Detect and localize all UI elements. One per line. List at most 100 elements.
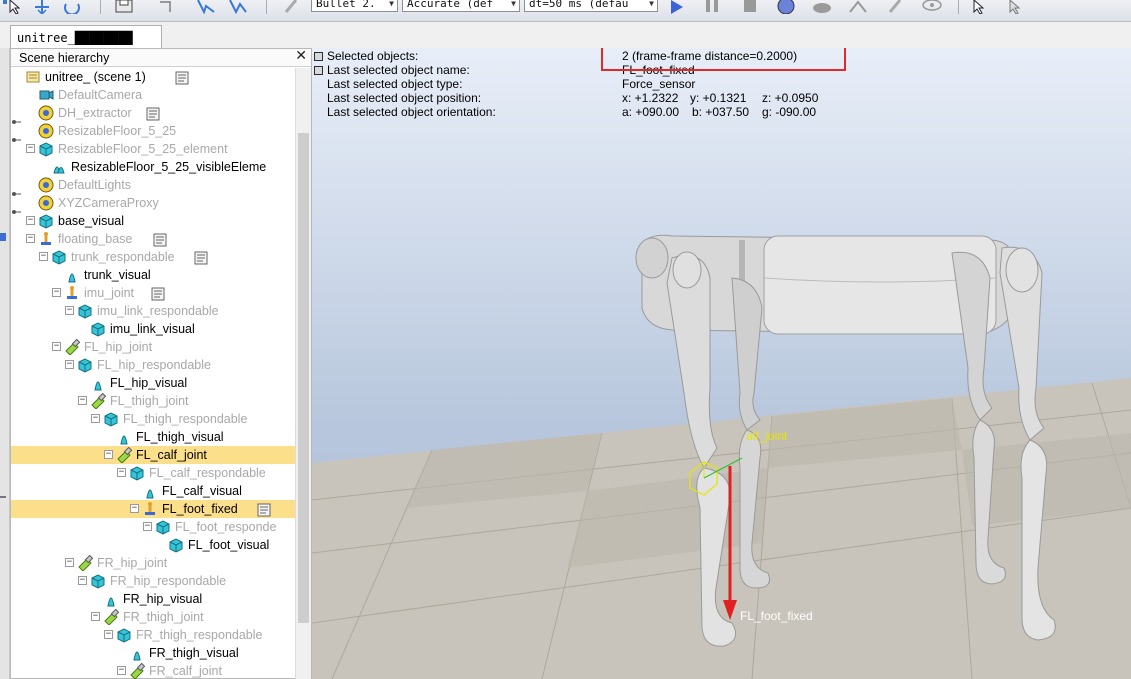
- collapse-toggle-icon[interactable]: −: [143, 522, 152, 531]
- collapse-toggle-icon[interactable]: −: [91, 612, 100, 621]
- visibility-toggle-icon[interactable]: [12, 110, 21, 124]
- realtime-icon[interactable]: [776, 0, 796, 14]
- script-icon[interactable]: [175, 70, 189, 85]
- collapse-toggle-icon[interactable]: −: [26, 216, 35, 225]
- rabbit-icon[interactable]: [848, 0, 868, 14]
- collapse-toggle-icon[interactable]: −: [39, 252, 48, 261]
- tree-row[interactable]: − FL_foot_responde: [11, 518, 295, 536]
- hierarchy-scrollbar[interactable]: [295, 68, 311, 679]
- tree-row[interactable]: DH_extractor: [11, 104, 295, 124]
- play-icon[interactable]: [666, 0, 686, 14]
- script-icon[interactable]: [151, 286, 165, 301]
- tree-row[interactable]: − FR_calf_joint: [11, 662, 295, 679]
- thread-icon[interactable]: [282, 0, 302, 14]
- collapse-toggle-icon[interactable]: −: [78, 396, 87, 405]
- collapse-toggle-icon[interactable]: −: [52, 288, 61, 297]
- scene-viewport[interactable]: Selected objects: 2 (frame-frame distanc…: [312, 48, 1131, 679]
- tree-row[interactable]: − FL_foot_fixed: [11, 500, 295, 518]
- visibility-toggle-icon[interactable]: [12, 200, 21, 214]
- tree-row[interactable]: ResizableFloor_5_25_visibleEleme: [11, 158, 295, 176]
- collapse-toggle-icon[interactable]: −: [117, 468, 126, 477]
- cuboid-icon: [129, 465, 145, 481]
- tree-row[interactable]: − trunk_respondable: [11, 248, 295, 266]
- tree-row[interactable]: − base_visual: [11, 212, 295, 230]
- script-icon[interactable]: [194, 250, 208, 265]
- script-icon[interactable]: [146, 106, 160, 121]
- physics-engine-select[interactable]: Bullet 2. ▼: [311, 0, 398, 12]
- tree-row[interactable]: DefaultLights: [11, 176, 295, 196]
- tree-row[interactable]: − imu_link_respondable: [11, 302, 295, 320]
- redo-icon[interactable]: [196, 0, 216, 14]
- pause-icon[interactable]: [702, 0, 722, 14]
- tree-row[interactable]: − imu_joint: [11, 284, 295, 302]
- tree-row[interactable]: − FR_thigh_joint: [11, 608, 295, 626]
- tree-row[interactable]: XYZCameraProxy: [11, 194, 295, 214]
- tree-row[interactable]: FL_calf_visual: [11, 482, 295, 500]
- scene-icon: [25, 69, 41, 85]
- engine-precision-select[interactable]: Accurate (def ▼: [402, 0, 520, 12]
- select-icon[interactable]: [2, 0, 22, 14]
- tree-row[interactable]: − FL_thigh_joint: [11, 392, 295, 410]
- tree-row[interactable]: − FR_hip_joint: [11, 554, 295, 572]
- tree-row[interactable]: DefaultCamera: [11, 86, 295, 104]
- collapse-toggle-icon[interactable]: −: [104, 630, 113, 639]
- joint-icon: [90, 392, 107, 410]
- thread-icon[interactable]: [886, 0, 906, 14]
- tree-row[interactable]: − FL_calf_joint: [11, 446, 295, 464]
- save-icon[interactable]: [114, 0, 134, 14]
- tree-row-label: DH_extractor: [58, 106, 132, 120]
- visibility-toggle-icon[interactable]: [12, 182, 21, 196]
- timestep-select[interactable]: dt=50 ms (defau ▼: [524, 0, 658, 12]
- turtle-icon[interactable]: [812, 0, 832, 14]
- force-sensor-icon: [38, 231, 54, 247]
- info-toggle-button[interactable]: [314, 52, 323, 61]
- collapse-toggle-icon[interactable]: −: [65, 306, 74, 315]
- collapse-toggle-icon[interactable]: −: [78, 576, 87, 585]
- script-icon[interactable]: [257, 502, 271, 517]
- close-icon[interactable]: ✕: [295, 48, 307, 64]
- scrollbar-thumb[interactable]: [298, 133, 309, 623]
- collapse-toggle-icon[interactable]: −: [130, 504, 139, 513]
- visibility-toggle-icon[interactable]: [12, 128, 21, 142]
- visualization-icon[interactable]: [922, 0, 942, 14]
- tree-row[interactable]: FR_thigh_visual: [11, 644, 295, 662]
- tree-row[interactable]: − FL_hip_respondable: [11, 356, 295, 374]
- collapse-toggle-icon[interactable]: −: [104, 450, 113, 459]
- object-shift-icon[interactable]: [32, 0, 52, 14]
- collapse-toggle-icon[interactable]: −: [117, 666, 126, 675]
- tree-row[interactable]: − ResizableFloor_5_25_element: [11, 140, 295, 158]
- tree-row[interactable]: FL_thigh_visual: [11, 428, 295, 446]
- stop-icon[interactable]: [740, 0, 760, 14]
- scene-tab[interactable]: unitree_████████: [10, 25, 162, 48]
- cursor-plus-icon[interactable]: [1004, 0, 1024, 14]
- collapse-toggle-icon[interactable]: −: [26, 234, 35, 243]
- tree-row[interactable]: − FL_calf_respondable: [11, 464, 295, 482]
- tree-row[interactable]: − FL_thigh_respondable: [11, 410, 295, 428]
- last-name-label: Last selected object name:: [327, 63, 470, 77]
- tree-row-label: ResizableFloor_5_25_element: [58, 142, 228, 156]
- assemble-icon[interactable]: [228, 0, 248, 14]
- tree-row[interactable]: FR_hip_visual: [11, 590, 295, 608]
- collapse-toggle-icon[interactable]: −: [52, 342, 61, 351]
- tree-row[interactable]: trunk_visual: [11, 266, 295, 284]
- collapse-toggle-icon[interactable]: −: [26, 144, 35, 153]
- collapse-toggle-icon[interactable]: −: [65, 360, 74, 369]
- tree-row[interactable]: FL_foot_visual: [11, 536, 295, 554]
- tree-row[interactable]: ResizableFloor_5_25: [11, 122, 295, 142]
- cursor-icon[interactable]: [968, 0, 988, 14]
- object-rotate-icon[interactable]: [62, 0, 82, 14]
- edge-marker: [0, 233, 6, 241]
- cuboid-icon: [90, 321, 106, 337]
- tree-row[interactable]: FL_hip_visual: [11, 374, 295, 392]
- undo-icon[interactable]: [156, 0, 176, 14]
- info-toggle-button[interactable]: [314, 66, 323, 75]
- tree-row[interactable]: unitree_ (scene 1): [11, 68, 295, 86]
- tree-row[interactable]: − floating_base: [11, 230, 295, 248]
- tree-row[interactable]: imu_link_visual: [11, 320, 295, 338]
- collapse-toggle-icon[interactable]: −: [91, 414, 100, 423]
- tree-row[interactable]: − FL_hip_joint: [11, 338, 295, 356]
- tree-row[interactable]: − FR_thigh_respondable: [11, 626, 295, 644]
- collapse-toggle-icon[interactable]: −: [65, 558, 74, 567]
- tree-row[interactable]: − FR_hip_respondable: [11, 572, 295, 590]
- script-icon[interactable]: [153, 232, 167, 247]
